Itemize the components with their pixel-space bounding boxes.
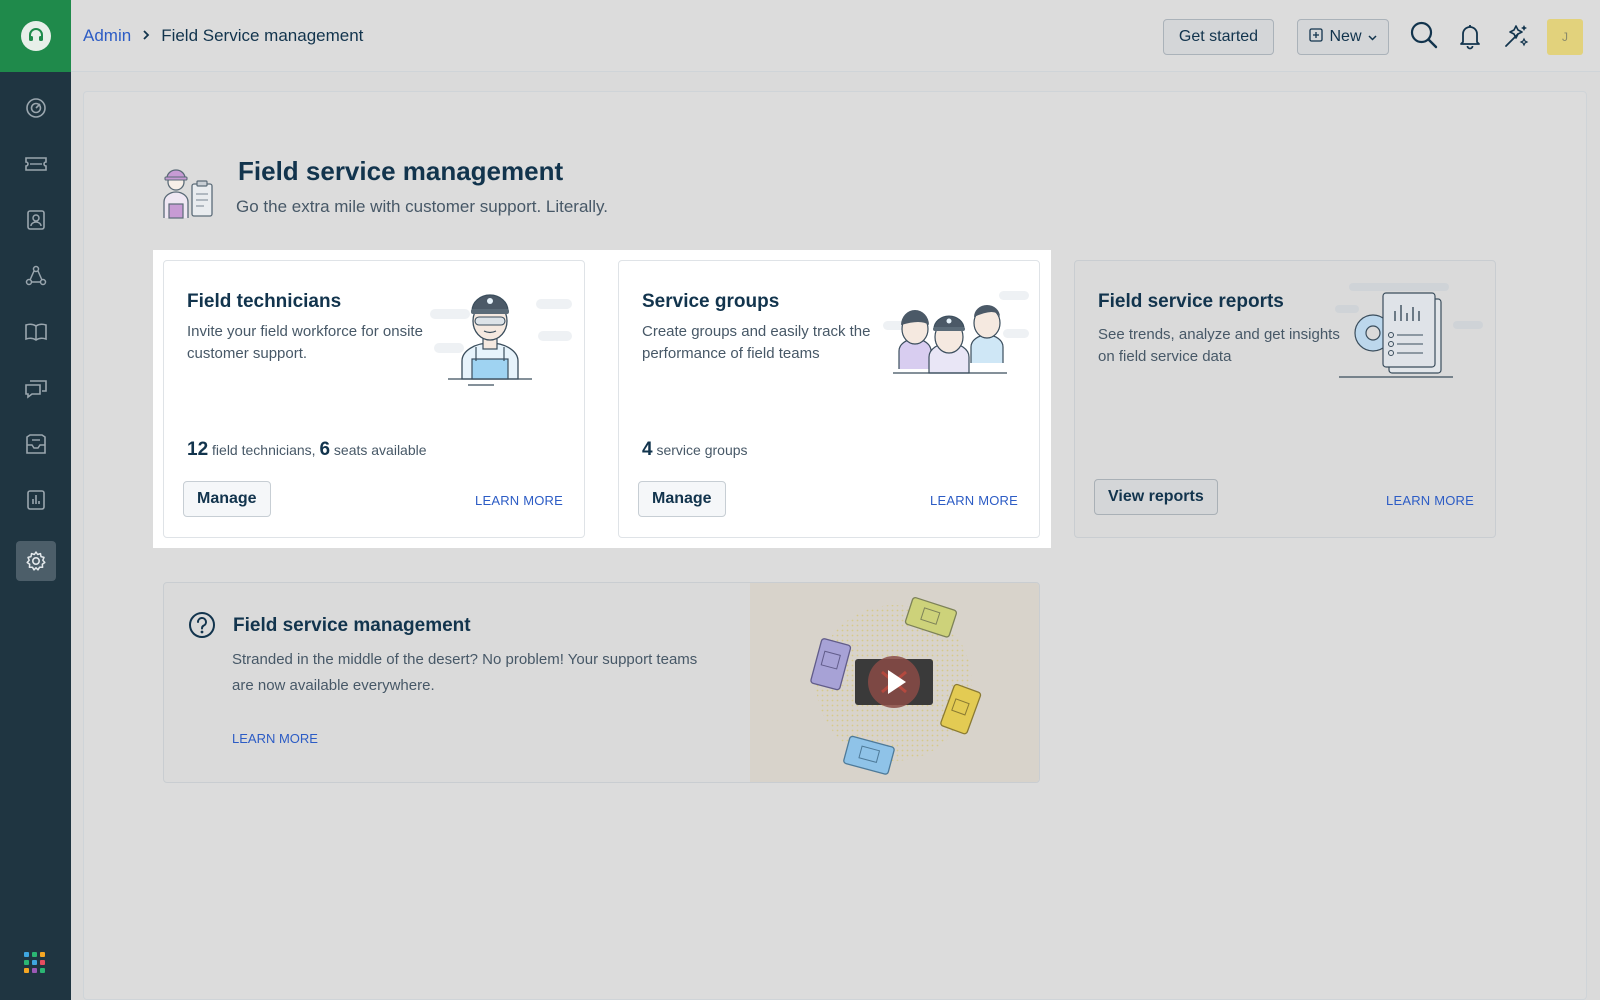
get-started-button[interactable]: Get started <box>1163 19 1274 55</box>
contacts-icon[interactable] <box>16 200 56 240</box>
admin-gear-icon[interactable] <box>16 541 56 581</box>
learn-more-link[interactable]: LEARN MORE <box>475 493 563 508</box>
card-title: Field technicians <box>187 291 342 312</box>
breadcrumb-current: Field Service management <box>161 26 364 45</box>
technician-stats: 12 field technicians, 6 seats available <box>187 439 427 461</box>
service-group-count: 4 <box>642 439 653 460</box>
manage-service-groups-button[interactable]: Manage <box>638 481 726 517</box>
page-title: Field service management <box>238 156 564 186</box>
chevron-right-icon <box>141 26 151 46</box>
info-title: Field service management <box>233 615 471 636</box>
field-technician-icon <box>160 158 216 225</box>
play-video-button[interactable] <box>855 656 933 708</box>
search-icon[interactable] <box>1409 20 1439 55</box>
top-header: Admin Field Service management Get start… <box>71 0 1600 72</box>
social-icon[interactable] <box>16 256 56 296</box>
page-subtitle: Go the extra mile with customer support.… <box>236 197 608 216</box>
card-description: See trends, analyze and get insights on … <box>1098 326 1340 365</box>
ai-sparkle-icon[interactable] <box>1502 22 1530 55</box>
reports-illustration <box>1329 281 1489 391</box>
card-description: Invite your field workforce for onsite c… <box>187 323 423 362</box>
plus-square-icon <box>1309 27 1324 47</box>
card-description: Create groups and easily track the perfo… <box>642 323 871 362</box>
field-service-reports-card: Field service reports See trends, analyz… <box>1074 260 1496 538</box>
field-technicians-card: Field technicians Invite your field work… <box>163 260 585 538</box>
play-icon <box>868 656 920 708</box>
seats-label: seats available <box>333 442 427 458</box>
new-button[interactable]: New <box>1297 19 1389 55</box>
app-logo[interactable] <box>0 0 71 72</box>
service-group-stats: 4 service groups <box>642 439 748 461</box>
seats-count: 6 <box>319 439 331 460</box>
chevron-down-icon <box>1367 28 1377 46</box>
bell-icon[interactable] <box>1458 22 1482 55</box>
card-title: Field service reports <box>1098 291 1284 312</box>
inbox-icon[interactable] <box>16 424 56 464</box>
view-reports-button[interactable]: View reports <box>1094 479 1218 515</box>
new-label: New <box>1329 28 1362 45</box>
technician-count-label: field technicians, <box>212 442 316 458</box>
avatar-initial: J <box>1562 30 1568 44</box>
card-title: Service groups <box>642 291 780 312</box>
service-group-count-label: service groups <box>656 442 748 458</box>
solutions-icon[interactable] <box>16 312 56 352</box>
learn-more-link[interactable]: LEARN MORE <box>1386 493 1474 508</box>
service-group-illustration <box>881 281 1031 386</box>
apps-grid-icon[interactable] <box>24 952 45 973</box>
forums-icon[interactable] <box>16 368 56 408</box>
avatar[interactable]: J <box>1547 19 1583 55</box>
tickets-icon[interactable] <box>16 144 56 184</box>
breadcrumb-admin-link[interactable]: Admin <box>83 26 131 46</box>
fsm-info-box: Field service management Stranded in the… <box>163 582 1040 783</box>
get-started-label: Get started <box>1178 28 1259 45</box>
manage-technicians-button[interactable]: Manage <box>183 481 271 517</box>
question-circle-icon <box>188 611 216 644</box>
learn-more-link[interactable]: LEARN MORE <box>930 493 1018 508</box>
service-groups-card: Service groups Create groups and easily … <box>618 260 1040 538</box>
info-description: Stranded in the middle of the desert? No… <box>232 651 698 694</box>
technician-illustration <box>428 281 578 396</box>
video-thumbnail[interactable] <box>750 583 1039 782</box>
headset-icon <box>20 21 51 51</box>
reports-icon[interactable] <box>16 480 56 520</box>
sidebar <box>0 0 71 1000</box>
dashboard-icon[interactable] <box>16 88 56 128</box>
info-learn-more-link[interactable]: LEARN MORE <box>232 731 318 746</box>
breadcrumb: Admin Field Service management <box>83 26 363 46</box>
technician-count: 12 <box>187 439 209 460</box>
